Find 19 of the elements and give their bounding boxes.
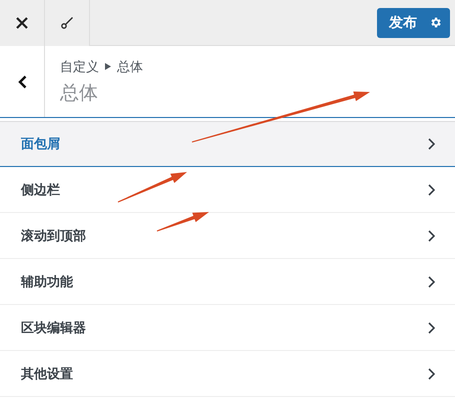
chevron-right-icon <box>428 184 435 196</box>
panel-title: 总体 <box>60 80 99 106</box>
chevron-right-icon <box>428 276 435 288</box>
close-icon <box>16 16 28 28</box>
back-icon <box>18 74 26 88</box>
settings-icon <box>429 16 442 29</box>
publish-button[interactable]: 发布 <box>377 8 450 38</box>
breadcrumb-item: 自定义 <box>60 58 99 76</box>
chevron-right-icon <box>428 230 435 242</box>
breadcrumb-item: 总体 <box>117 58 143 76</box>
chevron-right-icon <box>428 368 435 380</box>
chevron-right-icon <box>428 138 435 150</box>
brush-icon <box>60 16 74 30</box>
breadcrumb-separator-icon <box>105 63 111 70</box>
close-button[interactable] <box>0 0 45 46</box>
chevron-right-icon <box>428 322 435 334</box>
annotation-arrow <box>118 172 187 202</box>
annotation-arrow <box>156 212 209 232</box>
section-item[interactable]: 面包屑 <box>0 121 455 167</box>
